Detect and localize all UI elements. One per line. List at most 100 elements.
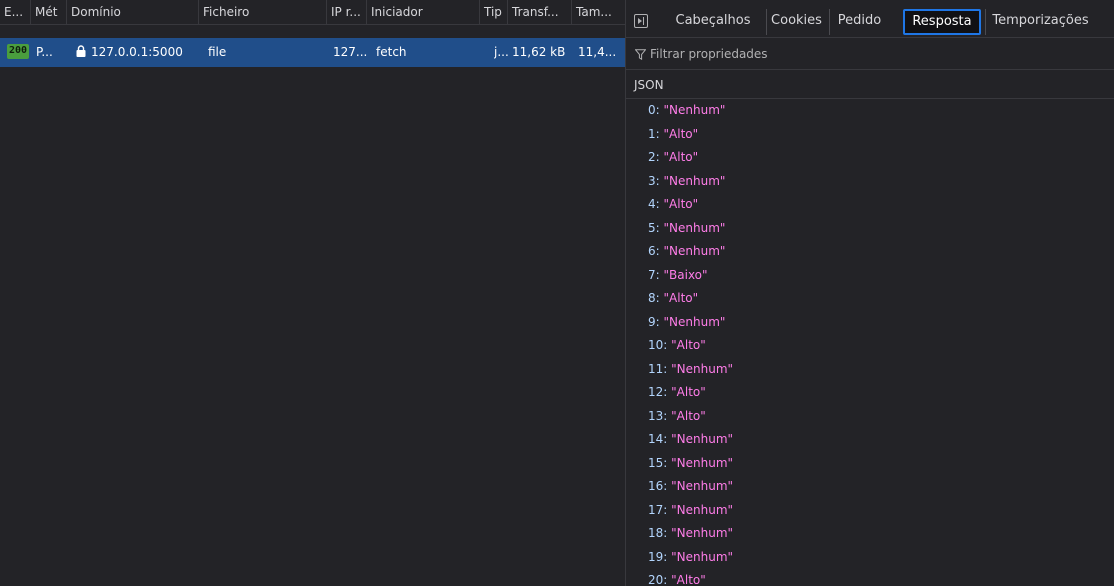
tab-cookies[interactable]: Cookies: [766, 9, 826, 35]
json-separator: :: [663, 479, 672, 493]
json-item[interactable]: 11: "Nenhum": [626, 358, 1114, 382]
json-quote: ": [727, 502, 734, 517]
details-panel: Cabeçalhos Cookies Pedido Resposta Tempo…: [625, 0, 1114, 586]
json-separator: :: [655, 244, 664, 258]
json-key: 13: [648, 408, 664, 423]
tab-request[interactable]: Pedido: [829, 9, 889, 35]
method-cell: P...: [36, 45, 53, 59]
json-value: Nenhum: [669, 314, 720, 329]
column-transferred[interactable]: Transf...: [508, 0, 572, 25]
json-separator: :: [655, 126, 664, 141]
json-item[interactable]: 7: "Baixo": [626, 264, 1114, 288]
json-key: 7: [648, 267, 656, 282]
lock-icon: [76, 44, 86, 57]
json-item[interactable]: 8: "Alto": [626, 287, 1114, 311]
json-quote: ": [727, 479, 734, 493]
json-key: 6: [648, 244, 656, 258]
json-key: 9: [648, 314, 656, 329]
json-key: 14: [648, 432, 664, 446]
column-type[interactable]: Tip: [480, 0, 508, 25]
file-cell: file: [208, 45, 227, 59]
json-separator: :: [663, 549, 672, 564]
json-quote: ": [700, 338, 706, 352]
json-value: Baixo: [669, 267, 703, 282]
json-separator: :: [655, 103, 664, 117]
tab-headers[interactable]: Cabeçalhos: [663, 9, 763, 35]
json-key: 3: [648, 173, 656, 188]
json-quote: ": [692, 126, 699, 141]
json-value: Alto: [669, 291, 693, 305]
column-domain[interactable]: Domínio: [67, 0, 199, 25]
sidebar-toggle-icon[interactable]: [634, 14, 648, 28]
json-key: 18: [648, 526, 664, 540]
json-item[interactable]: 0: "Nenhum": [626, 99, 1114, 123]
json-item[interactable]: 9: "Nenhum": [626, 311, 1114, 335]
json-key: 19: [648, 549, 664, 564]
json-separator: :: [663, 408, 672, 423]
tab-timings[interactable]: Temporizações: [985, 9, 1095, 35]
json-item[interactable]: 15: "Nenhum": [626, 452, 1114, 476]
json-separator: :: [655, 314, 664, 329]
json-value: Nenhum: [669, 173, 720, 188]
domain-cell: 127.0.0.1:5000: [76, 38, 198, 67]
json-value: Nenhum: [676, 432, 728, 446]
json-quote: ": [700, 573, 706, 586]
json-value: Alto: [676, 573, 701, 586]
json-item[interactable]: 16: "Nenhum": [626, 475, 1114, 499]
json-item[interactable]: 6: "Nenhum": [626, 240, 1114, 264]
devtools-network-panel: E... Mét Domínio Ficheiro IP r... Inicia…: [0, 0, 1114, 586]
filter-bar: [626, 39, 1114, 70]
json-item[interactable]: 10: "Alto": [626, 334, 1114, 358]
json-quote: ": [692, 291, 699, 305]
json-quote: ": [692, 197, 699, 211]
status-badge: 200: [7, 44, 30, 59]
json-item[interactable]: 2: "Alto": [626, 146, 1114, 170]
json-key: 8: [648, 291, 656, 305]
json-quote: ": [727, 526, 734, 540]
json-key: 10: [648, 338, 664, 352]
json-value: Nenhum: [669, 244, 720, 258]
tab-response[interactable]: Resposta: [903, 9, 981, 35]
json-item[interactable]: 3: "Nenhum": [626, 170, 1114, 194]
column-status[interactable]: E...: [0, 0, 31, 25]
json-item[interactable]: 13: "Alto": [626, 405, 1114, 429]
json-item[interactable]: 17: "Nenhum": [626, 499, 1114, 523]
json-separator: :: [655, 291, 664, 305]
json-item[interactable]: 5: "Nenhum": [626, 217, 1114, 241]
json-quote: ": [692, 150, 699, 164]
json-quote: ": [719, 103, 726, 117]
json-item[interactable]: 14: "Nenhum": [626, 428, 1114, 452]
json-key: 20: [648, 573, 664, 586]
json-separator: :: [663, 338, 672, 352]
json-item[interactable]: 19: "Nenhum": [626, 546, 1114, 570]
size-cell: 11,4...: [578, 45, 617, 59]
json-key: 1: [648, 126, 656, 141]
json-value: Nenhum: [669, 103, 720, 117]
filter-properties-input[interactable]: [650, 44, 1100, 64]
json-value: Alto: [676, 338, 701, 352]
request-row[interactable]: 200 P... 127.0.0.1:5000 file 127... fetc…: [0, 38, 625, 67]
json-item[interactable]: 18: "Nenhum": [626, 522, 1114, 546]
column-method[interactable]: Mét: [31, 0, 67, 25]
json-value: Alto: [676, 385, 701, 399]
json-section-header[interactable]: JSON: [626, 71, 1114, 99]
json-key: 17: [648, 502, 664, 517]
json-value: Nenhum: [676, 549, 728, 564]
json-item[interactable]: 1: "Alto": [626, 123, 1114, 147]
json-item[interactable]: 4: "Alto": [626, 193, 1114, 217]
json-value: Nenhum: [669, 220, 720, 235]
json-key: 0: [648, 103, 656, 117]
column-initiator[interactable]: Iniciador: [367, 0, 480, 25]
domain-text: 127.0.0.1:5000: [91, 45, 183, 59]
json-key: 4: [648, 197, 656, 211]
json-item[interactable]: 20: "Alto": [626, 569, 1114, 586]
column-file[interactable]: Ficheiro: [199, 0, 327, 25]
json-item[interactable]: 12: "Alto": [626, 381, 1114, 405]
column-size[interactable]: Tam...: [572, 0, 625, 25]
json-separator: :: [663, 573, 672, 586]
json-separator: :: [655, 267, 664, 282]
request-list-header: E... Mét Domínio Ficheiro IP r... Inicia…: [0, 0, 625, 25]
json-separator: :: [663, 455, 672, 470]
json-separator: :: [655, 150, 664, 164]
column-ip[interactable]: IP r...: [327, 0, 367, 25]
